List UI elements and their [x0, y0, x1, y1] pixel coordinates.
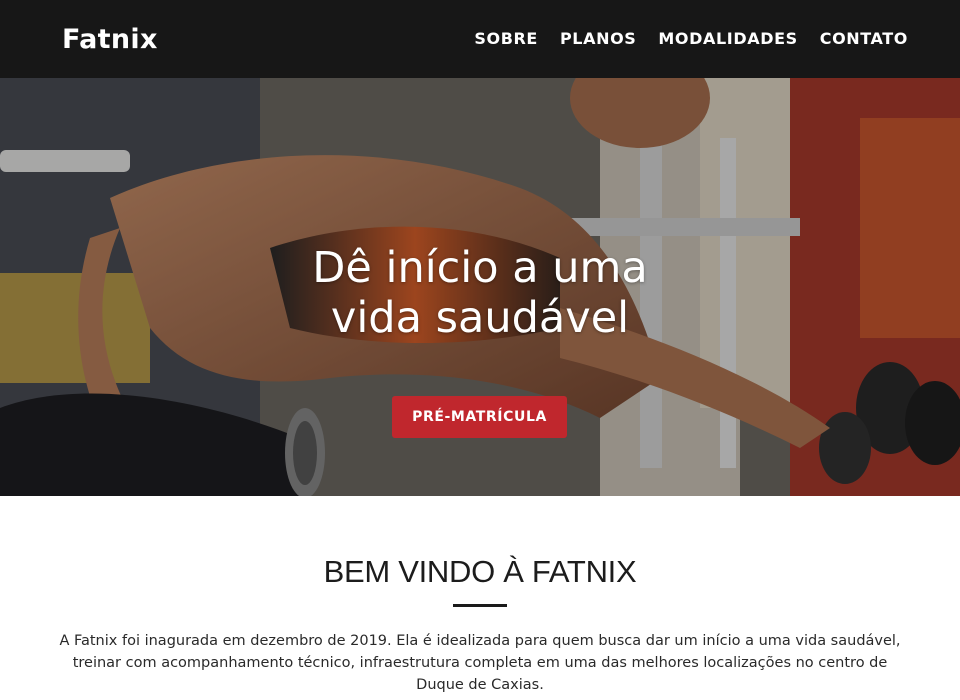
nav-link-modalidades[interactable]: MODALIDADES: [658, 29, 797, 48]
nav-link-sobre[interactable]: SOBRE: [474, 29, 538, 48]
hero-title-line-2: vida saudável: [330, 293, 630, 343]
nav-item-planos: PLANOS: [560, 29, 636, 49]
hero-title: Dê início a uma vida saudável: [0, 243, 960, 343]
nav-item-sobre: SOBRE: [474, 29, 538, 49]
hero-banner: Dê início a uma vida saudável PRÉ-MATRÍC…: [0, 78, 960, 496]
welcome-text: A Fatnix foi inagurada em dezembro de 20…: [59, 633, 901, 693]
welcome-section: BEM VINDO À FATNIX A Fatnix foi inagurad…: [0, 496, 960, 696]
nav-link-planos[interactable]: PLANOS: [560, 29, 636, 48]
brand-logo[interactable]: Fatnix: [62, 24, 158, 55]
nav-link-contato[interactable]: CONTATO: [820, 29, 908, 48]
nav-menu: SOBRE PLANOS MODALIDADES CONTATO: [474, 29, 908, 49]
nav-item-contato: CONTATO: [820, 29, 908, 49]
navbar: Fatnix SOBRE PLANOS MODALIDADES CONTATO: [0, 0, 960, 78]
hero-title-line-1: Dê início a uma: [312, 243, 648, 293]
nav-item-modalidades: MODALIDADES: [658, 29, 797, 49]
heading-divider: [453, 604, 507, 607]
pre-matricula-button[interactable]: PRÉ-MATRÍCULA: [392, 396, 567, 438]
welcome-heading: BEM VINDO À FATNIX: [323, 554, 637, 589]
